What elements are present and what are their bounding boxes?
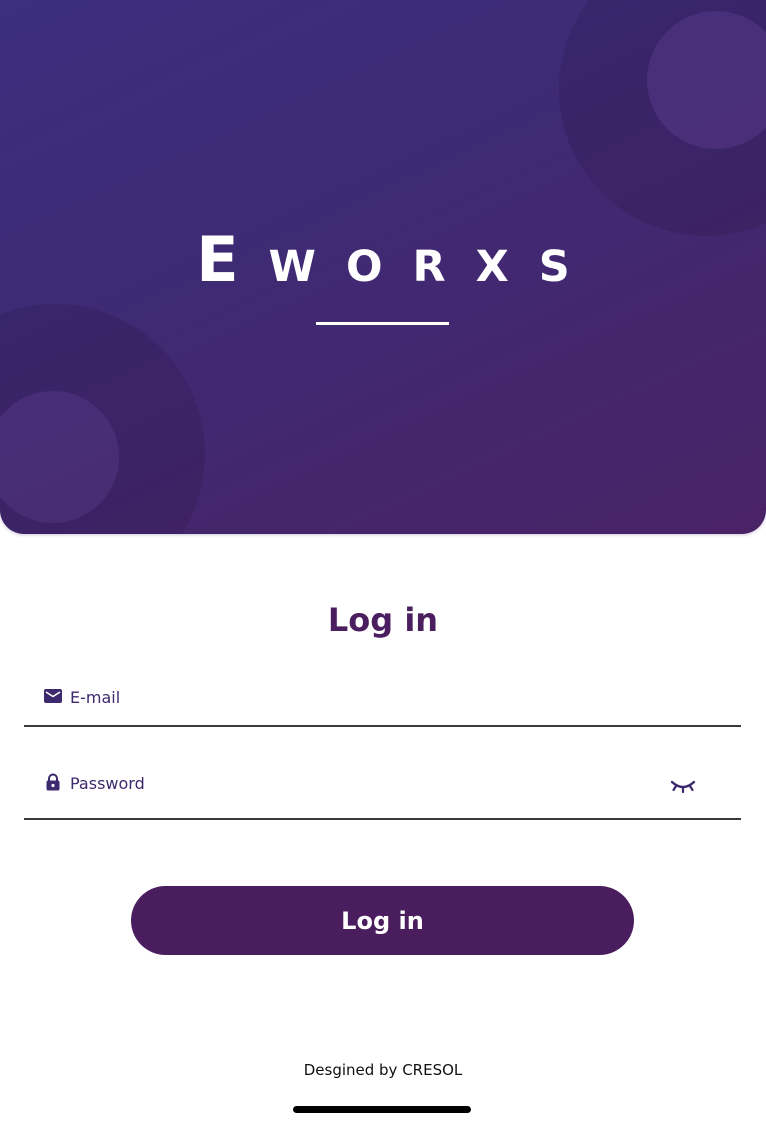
mail-icon	[43, 686, 63, 706]
email-input[interactable]	[70, 682, 670, 712]
eye-closed-icon[interactable]	[669, 775, 697, 799]
password-input[interactable]	[70, 768, 630, 798]
password-field	[24, 756, 741, 820]
email-field	[24, 670, 741, 727]
footer-credit: Desgined by CRESOL	[303, 1061, 463, 1079]
header-banner: Eworxs	[0, 0, 766, 534]
brand-underline	[316, 322, 449, 325]
login-button[interactable]: Log in	[131, 886, 634, 955]
login-title: Log in	[327, 601, 439, 639]
home-indicator[interactable]	[293, 1106, 471, 1113]
brand-logo-text: Eworxs	[196, 223, 600, 296]
lock-icon	[43, 772, 63, 792]
